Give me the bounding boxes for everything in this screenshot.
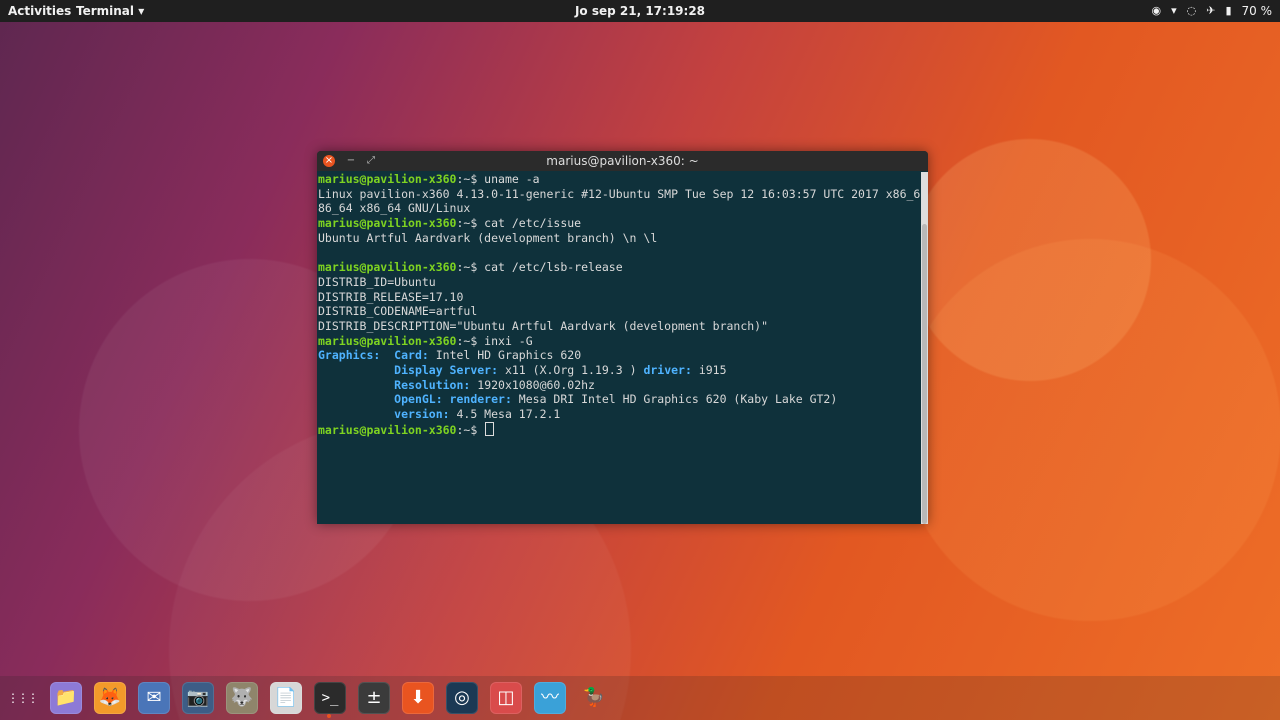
files-icon[interactable]: 📁 [50,682,82,714]
terminal-line: Graphics: Card: Intel HD Graphics 620 [318,348,920,363]
steam-icon[interactable]: ◎ [446,682,478,714]
terminal-line: version: 4.5 Mesa 17.2.1 [318,407,920,422]
info-key: OpenGL: renderer: [394,392,512,407]
system-monitor-icon[interactable]: 〰 [534,682,566,714]
shell-prompt: marius@pavilion-x360 [318,216,457,231]
info-key: driver: [643,362,692,377]
firefox-icon[interactable]: 🦊 [94,682,126,714]
info-value: 4.5 Mesa 17.2.1 [449,407,561,421]
maximize-icon[interactable]: ⤢ [365,155,377,167]
app-store-icon[interactable]: ⬇ [402,682,434,714]
dock: ⋮⋮⋮ 📁 🦊 ✉ 📷 🐺 📄 >_ ± ⬇ ◎ ◫ 〰 🦆 [0,676,1280,720]
info-key: Resolution: [394,377,471,392]
terminal-scrollbar[interactable] [921,172,928,524]
scrollbar-thumb[interactable] [922,224,927,524]
close-icon[interactable]: × [323,155,335,167]
info-value: x11 (X.Org 1.19.3 ) [498,362,644,377]
mail-icon[interactable]: ✉ [138,682,170,714]
shell-prompt: marius@pavilion-x360 [318,422,457,437]
active-app-indicator [327,714,331,718]
info-key: Graphics: [318,348,395,363]
shell-prompt: marius@pavilion-x360 [318,333,457,348]
info-key: version: [394,407,450,421]
top-bar: Activities Terminal ▾ Jo sep 21, 17:19:2… [0,0,1280,22]
command-text: :~$ inxi -G [456,333,533,348]
shell-prompt: marius@pavilion-x360 [318,172,457,186]
duck-icon[interactable]: 🦆 [578,682,610,714]
terminal-line: DISTRIB_RELEASE=17.10 [318,289,464,304]
wifi-icon[interactable]: ◌ [1187,0,1197,22]
shell-prompt: marius@pavilion-x360 [318,260,457,275]
window-titlebar[interactable]: × − ⤢ marius@pavilion-x360: ~ [317,151,928,171]
info-key: Card: [394,348,429,363]
camera-icon[interactable]: 📷 [182,682,214,714]
terminal-output[interactable]: marius@pavilion-x360:~$ uname -a Linux pa… [318,172,920,524]
battery-percent: 70 % [1241,4,1273,18]
command-text: :~$ cat /etc/lsb-release [456,260,623,275]
terminal-line: marius@pavilion-x360:~$ [318,421,920,437]
terminal-line: DISTRIB_DESCRIPTION="Ubuntu Artful Aardv… [318,318,769,333]
terminal-window[interactable]: × − ⤢ marius@pavilion-x360: ~ marius@pav… [317,151,928,524]
terminal-line: Display Server: x11 (X.Org 1.19.3 ) driv… [318,363,920,378]
info-value: 1920x1080@60.02hz [470,377,595,392]
command-text: :~$ uname -a [456,172,540,186]
minimize-icon[interactable]: − [345,155,357,167]
terminal-line: marius@pavilion-x360:~$ uname -a [318,172,920,187]
accessibility-icon[interactable]: ◉ [1151,0,1161,22]
clock[interactable]: Jo sep 21, 17:19:28 [0,0,1280,22]
terminal-line: marius@pavilion-x360:~$ inxi -G [318,334,920,349]
text-cursor[interactable] [485,421,495,436]
info-value: Mesa DRI Intel HD Graphics 620 (Kaby Lak… [511,392,838,407]
terminal-line: DISTRIB_ID=Ubuntu [318,274,436,289]
status-area[interactable]: ◉ ▾ ◌ ✈ ▮ 70 % [1151,0,1272,22]
terminal-line: marius@pavilion-x360:~$ cat /etc/issue [318,216,920,231]
terminal-line: Linux pavilion-x360 4.13.0-11-generic #1… [318,186,920,201]
terminal-line: Resolution: 1920x1080@60.02hz [318,378,920,393]
image-editor-icon[interactable]: 🐺 [226,682,258,714]
terminal-icon[interactable]: >_ [314,682,346,714]
text-editor-icon[interactable]: 📄 [270,682,302,714]
info-key: Display Server: [394,362,499,377]
terminal-line: marius@pavilion-x360:~$ cat /etc/lsb-rel… [318,260,920,275]
chevron-down-icon: ▾ [1171,4,1177,17]
media-icon[interactable]: ◫ [490,682,522,714]
command-text: :~$ cat /etc/issue [456,216,582,231]
command-text: :~$ [456,422,485,437]
terminal-line: Ubuntu Artful Aardvark (development bran… [318,230,658,245]
airplane-icon[interactable]: ✈ [1206,0,1215,22]
apps-grid-icon[interactable]: ⋮⋮⋮ [6,682,39,714]
terminal-line: 86_64 x86_64 GNU/Linux [318,201,471,216]
calculator-icon[interactable]: ± [358,682,390,714]
terminal-line: OpenGL: renderer: Mesa DRI Intel HD Grap… [318,392,920,407]
info-value: i915 [691,362,727,377]
window-title: marius@pavilion-x360: ~ [546,154,699,168]
info-value: Intel HD Graphics 620 [428,348,582,363]
terminal-line: DISTRIB_CODENAME=artful [318,304,478,319]
battery-icon[interactable]: ▮ [1225,0,1231,22]
